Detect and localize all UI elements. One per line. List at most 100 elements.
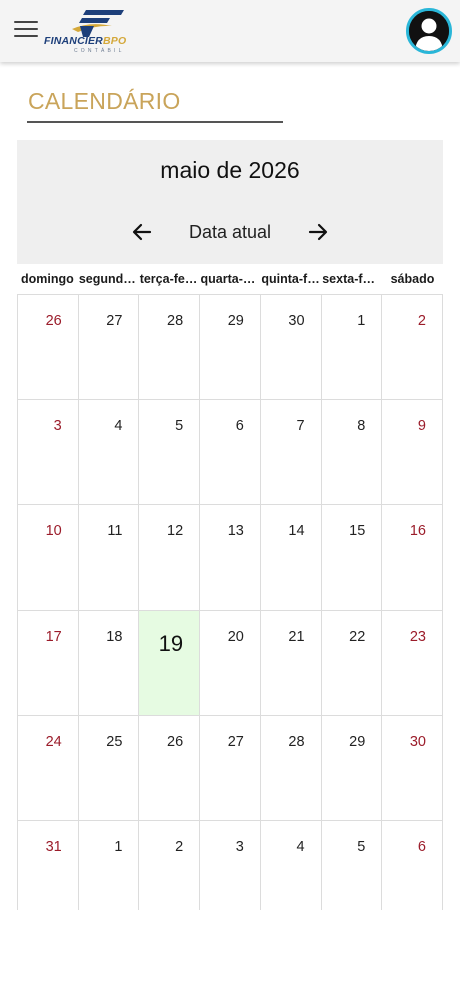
day-cell[interactable]: 8 [321, 400, 383, 506]
day-cell[interactable]: 5 [139, 400, 201, 506]
logo-subtext: CONTÁBIL [74, 48, 125, 54]
day-number: 13 [227, 523, 244, 540]
day-number: 5 [175, 418, 184, 435]
day-number: 5 [357, 838, 366, 855]
day-cell[interactable]: 11 [78, 505, 140, 611]
day-number: 28 [167, 313, 184, 329]
day-cell[interactable]: 4 [78, 400, 140, 506]
month-grid-cells: 26 27 28 29 30 1 2 3 4 5 6 7 8 9 10 11 12 13 14 15 16 17 18 19 2… [17, 294, 443, 910]
day-cell[interactable]: 2 [139, 820, 201, 910]
day-cell[interactable]: 30 [260, 295, 322, 401]
day-cell[interactable]: 6 [382, 820, 443, 910]
app-header: FINANCIERBPO CONTÁBIL [0, 0, 460, 62]
day-cell[interactable]: 14 [260, 505, 322, 611]
user-avatar[interactable] [406, 8, 452, 54]
day-cell[interactable]: 22 [321, 610, 383, 716]
day-cell[interactable]: 21 [260, 610, 322, 716]
day-cell[interactable]: 17 [18, 610, 79, 716]
day-cell[interactable]: 30 [382, 715, 443, 821]
day-number: 27 [106, 313, 123, 329]
day-number: 4 [114, 418, 123, 435]
logo-wordmark: FINANCIERBPO [44, 35, 126, 47]
day-number: 7 [296, 418, 305, 435]
day-cell[interactable]: 27 [78, 295, 140, 401]
day-cell[interactable]: 18 [78, 610, 140, 716]
weekday-saturday: sábado [390, 272, 435, 286]
weekday-header-row: domingo segunda-feira terça-feira quarta… [17, 264, 443, 294]
day-number: 10 [45, 523, 62, 540]
day-number: 6 [235, 418, 244, 435]
day-cell[interactable]: 26 [139, 715, 201, 821]
day-cell[interactable]: 13 [200, 505, 261, 611]
logo-mark-icon [72, 10, 124, 37]
day-number: 19 [158, 630, 184, 656]
day-number: 2 [175, 838, 184, 855]
day-cell[interactable]: 24 [18, 715, 79, 821]
day-number: 4 [296, 838, 305, 855]
day-number: 17 [45, 628, 62, 645]
calendar-toolbar: maio de 2026 Data atual [17, 140, 443, 264]
day-cell[interactable]: 3 [200, 820, 261, 910]
weekday-tuesday: terça-feira [139, 272, 200, 286]
day-number: 26 [45, 313, 62, 329]
arrow-right-icon[interactable] [306, 220, 330, 244]
hamburger-menu-icon[interactable] [14, 21, 38, 39]
day-number: 14 [288, 523, 305, 540]
day-number: 31 [45, 838, 62, 855]
day-cell[interactable]: 28 [260, 715, 322, 821]
user-silhouette-icon [409, 11, 449, 51]
day-cell[interactable]: 27 [200, 715, 261, 821]
day-number: 22 [349, 628, 366, 645]
day-cell-today[interactable]: 19 [139, 610, 201, 716]
day-number: 2 [417, 313, 426, 329]
day-number: 15 [349, 523, 366, 540]
day-number: 9 [417, 418, 426, 435]
day-number: 1 [357, 313, 366, 329]
day-cell[interactable]: 31 [18, 820, 79, 910]
day-number: 28 [288, 733, 305, 750]
day-cell[interactable]: 15 [321, 505, 383, 611]
day-number: 26 [167, 733, 184, 750]
day-number: 24 [45, 733, 62, 750]
day-number: 18 [106, 628, 123, 645]
day-number: 21 [288, 628, 305, 645]
day-number: 29 [227, 313, 244, 329]
day-cell[interactable]: 3 [18, 400, 79, 506]
day-cell[interactable]: 7 [260, 400, 322, 506]
day-cell[interactable]: 29 [321, 715, 383, 821]
weekday-wednesday: quarta-feira [200, 272, 261, 286]
day-cell[interactable]: 20 [200, 610, 261, 716]
day-number: 3 [235, 838, 244, 855]
day-number: 3 [53, 418, 62, 435]
day-cell[interactable]: 6 [200, 400, 261, 506]
day-cell[interactable]: 1 [79, 820, 140, 910]
day-cell[interactable]: 25 [78, 715, 140, 821]
title-underline [27, 121, 283, 123]
today-button[interactable]: Data atual [177, 220, 283, 244]
day-cell[interactable]: 2 [382, 295, 443, 401]
weekday-sunday: domingo [21, 272, 74, 286]
day-cell[interactable]: 1 [321, 295, 383, 401]
arrow-left-icon[interactable] [130, 220, 154, 244]
day-cell[interactable]: 29 [200, 295, 261, 401]
day-number: 12 [167, 523, 184, 540]
day-number: 20 [227, 628, 244, 645]
day-cell[interactable]: 5 [322, 820, 383, 910]
day-number: 23 [409, 628, 426, 645]
day-cell[interactable]: 4 [261, 820, 322, 910]
weekday-thursday: quinta-feira [261, 272, 321, 286]
day-cell[interactable]: 9 [382, 400, 443, 506]
day-number: 27 [227, 733, 244, 750]
day-cell[interactable]: 28 [139, 295, 201, 401]
day-number: 29 [349, 733, 366, 750]
company-logo[interactable]: FINANCIERBPO CONTÁBIL [44, 8, 148, 54]
day-cell[interactable]: 23 [382, 610, 443, 716]
day-cell[interactable]: 10 [18, 505, 79, 611]
weekday-monday: segunda-feira [78, 272, 139, 286]
day-number: 16 [409, 523, 426, 540]
day-cell[interactable]: 16 [382, 505, 443, 611]
day-cell[interactable]: 26 [18, 295, 79, 401]
day-cell[interactable]: 12 [139, 505, 201, 611]
day-number: 6 [417, 838, 426, 855]
month-label: maio de 2026 [160, 157, 300, 183]
